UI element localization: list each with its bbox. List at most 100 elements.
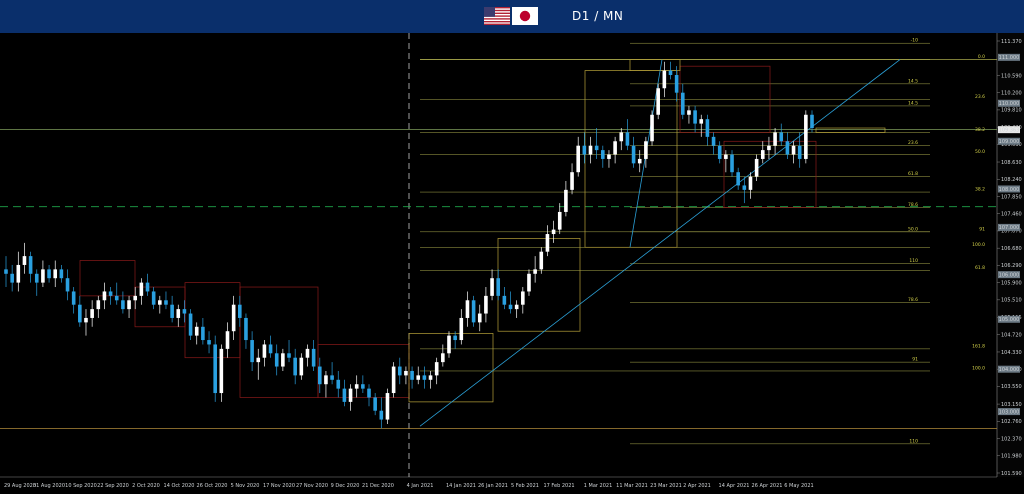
x-tick-label: 14 Oct 2020 — [164, 483, 195, 489]
candle-body — [324, 375, 328, 385]
candle-body — [570, 172, 574, 190]
candle-body — [422, 375, 427, 380]
candle-body — [22, 256, 27, 265]
candle-body — [434, 362, 439, 376]
fib-level-label: 23.6 — [908, 140, 918, 146]
y-tick-label: 110.200 — [1001, 90, 1022, 96]
y-tick-label: 104.330 — [1001, 350, 1022, 356]
candle-body — [785, 141, 790, 155]
candle-body — [373, 397, 377, 411]
candle-body — [754, 158, 759, 177]
candle-body — [90, 309, 94, 318]
price-box-label: 110.000 — [999, 101, 1020, 107]
candle-body — [65, 278, 70, 292]
fib-level-label: 38.2 — [975, 127, 985, 133]
candle-body — [465, 300, 470, 318]
candle-body — [317, 366, 322, 385]
candle-body — [687, 110, 691, 115]
fib-level-label: 23.6 — [975, 94, 985, 100]
candle-body — [158, 300, 162, 305]
candle-body — [287, 353, 291, 358]
candle-body — [127, 300, 131, 310]
chart-title: D1 / MN — [572, 9, 624, 23]
candle-body — [416, 375, 421, 380]
candle-body — [484, 295, 488, 314]
candle-body — [471, 300, 476, 323]
y-tick-label: 101.980 — [1001, 454, 1022, 460]
candle-body — [78, 304, 82, 323]
candle-body — [601, 150, 605, 159]
candle-body — [674, 75, 679, 93]
fib-level-label: 91 — [912, 357, 918, 363]
candle-body — [490, 278, 494, 296]
candle-body — [293, 357, 297, 376]
candle-body — [545, 234, 550, 252]
candle-body — [453, 335, 457, 341]
y-tick-label: 109.810 — [1001, 108, 1022, 114]
x-tick-label: 17 Feb 2021 — [543, 483, 574, 489]
candle-body — [28, 256, 33, 274]
candle-body — [699, 119, 704, 124]
fib-level-label: 14.5 — [908, 100, 918, 106]
y-tick-label: 108.630 — [1001, 160, 1022, 166]
candle-body — [108, 291, 113, 296]
candle-body — [164, 300, 168, 305]
candle-body — [662, 70, 667, 89]
y-tick-label: 108.240 — [1001, 177, 1022, 183]
candle-body — [34, 273, 39, 283]
candle-body — [379, 410, 384, 420]
candle-body — [59, 269, 64, 279]
candle-body — [330, 375, 334, 380]
candle-body — [428, 375, 433, 380]
candle-body — [736, 172, 740, 186]
candle-body — [145, 282, 150, 292]
candle-body — [637, 158, 642, 164]
price-box-label: 107.000 — [999, 225, 1020, 231]
candle-body — [71, 291, 76, 305]
candle-body — [760, 150, 765, 159]
candle-body — [207, 340, 211, 345]
x-tick-label: 14 Apr 2021 — [719, 483, 750, 489]
candle-body — [391, 366, 396, 394]
candle-body — [742, 185, 747, 190]
fib-level-label: 100.0 — [972, 242, 985, 248]
x-tick-label: 21 Dec 2020 — [362, 483, 394, 489]
candle-body — [305, 348, 310, 358]
candle-body — [348, 388, 353, 402]
candle-body — [705, 119, 710, 137]
fib-level-label: 78.6 — [908, 202, 918, 208]
candle-body — [268, 344, 273, 354]
candle-body — [779, 132, 784, 142]
fib-level-label: 50.0 — [975, 149, 985, 155]
y-tick-label: 103.150 — [1001, 402, 1022, 408]
price-chart[interactable]: -10 0.0 14.5 23.6 14.5 38.2 23.6 50.0 61.8 38.2 78… — [0, 33, 1024, 494]
candle-body — [385, 393, 390, 420]
candle-body — [201, 326, 205, 341]
candle-body — [410, 370, 414, 380]
x-tick-label: 6 May 2021 — [784, 483, 813, 489]
candle-body — [397, 366, 402, 376]
candle-body — [367, 388, 371, 398]
candle-body — [244, 317, 248, 341]
candle-body — [441, 353, 445, 363]
y-tick-label: 106.290 — [1001, 263, 1022, 269]
candle-body — [231, 304, 236, 332]
fib-level-label: 110 — [909, 438, 918, 444]
x-tick-label: 27 Nov 2020 — [296, 483, 328, 489]
candle-body — [619, 132, 624, 142]
candle-body — [810, 114, 814, 129]
candle-body — [10, 273, 14, 283]
us-flag-icon — [484, 7, 510, 25]
candle-body — [656, 88, 660, 115]
y-tick-label: 111.370 — [1001, 39, 1022, 45]
x-tick-label: 5 Feb 2021 — [511, 483, 539, 489]
x-tick-label: 26 Jan 2021 — [478, 483, 508, 489]
candle-body — [299, 357, 304, 376]
candle-body — [274, 353, 279, 367]
candle-body — [256, 357, 261, 363]
candle-body — [342, 388, 347, 402]
x-tick-label: 4 Jan 2021 — [407, 483, 434, 489]
candle-body — [804, 114, 808, 159]
candle-body — [797, 145, 802, 159]
candle-body — [336, 379, 341, 389]
